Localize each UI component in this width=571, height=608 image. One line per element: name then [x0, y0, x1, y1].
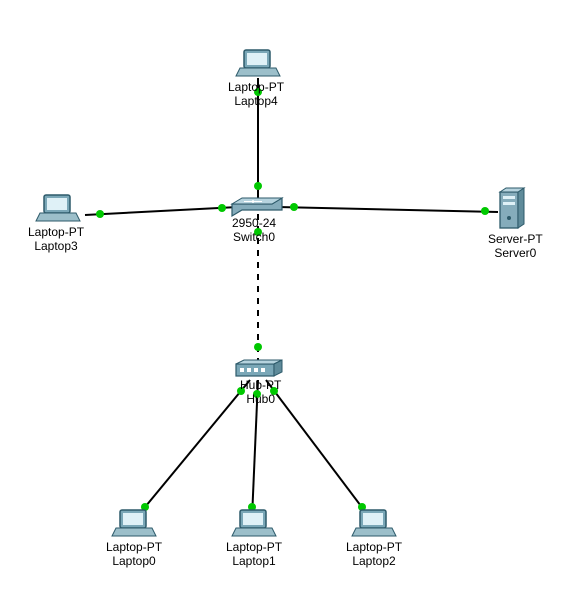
device-name-label: Laptop4: [228, 94, 284, 108]
device-name-label: Switch0: [232, 230, 276, 244]
device-laptop2[interactable]: Laptop-PT Laptop2: [346, 540, 402, 569]
server-icon[interactable]: [500, 188, 524, 228]
port-status-dot: [481, 207, 489, 215]
port-status-dot: [218, 204, 226, 212]
device-model-label: Laptop-PT: [228, 80, 284, 94]
link-server0-switch0: [278, 207, 498, 212]
device-laptop4[interactable]: Laptop-PT Laptop4: [228, 80, 284, 109]
device-laptop3[interactable]: Laptop-PT Laptop3: [28, 225, 84, 254]
port-status-dot: [254, 182, 262, 190]
device-model-label: Laptop-PT: [106, 540, 162, 554]
device-name-label: Laptop2: [346, 554, 402, 568]
device-model-label: 2950-24: [232, 216, 276, 230]
port-status-dot: [290, 203, 298, 211]
device-laptop0[interactable]: Laptop-PT Laptop0: [106, 540, 162, 569]
device-model-label: Laptop-PT: [346, 540, 402, 554]
device-laptop1[interactable]: Laptop-PT Laptop1: [226, 540, 282, 569]
laptop-icon[interactable]: [232, 510, 276, 536]
link-hub0-laptop2: [266, 380, 370, 518]
device-name-label: Laptop1: [226, 554, 282, 568]
port-status-dot: [254, 343, 262, 351]
laptop-icon[interactable]: [112, 510, 156, 536]
switch-icon[interactable]: [232, 198, 282, 216]
laptop-icon[interactable]: [352, 510, 396, 536]
device-name-label: Server0: [488, 246, 543, 260]
device-model-label: Laptop-PT: [28, 225, 84, 239]
hub-icon[interactable]: [236, 360, 282, 376]
device-switch0[interactable]: 2950-24 Switch0: [232, 216, 276, 245]
laptop-icon[interactable]: [36, 195, 80, 221]
link-hub0-laptop0: [136, 380, 250, 518]
laptop-icon[interactable]: [236, 50, 280, 76]
device-name-label: Hub0: [240, 392, 281, 406]
device-model-label: Hub-PT: [240, 378, 281, 392]
device-model-label: Laptop-PT: [226, 540, 282, 554]
link-laptop3-switch0: [85, 207, 238, 215]
topology-canvas: [0, 0, 571, 608]
device-name-label: Laptop3: [28, 239, 84, 253]
device-name-label: Laptop0: [106, 554, 162, 568]
device-hub0[interactable]: Hub-PT Hub0: [240, 378, 281, 407]
port-status-dot: [96, 210, 104, 218]
device-server0[interactable]: Server-PT Server0: [488, 232, 543, 261]
device-model-label: Server-PT: [488, 232, 543, 246]
